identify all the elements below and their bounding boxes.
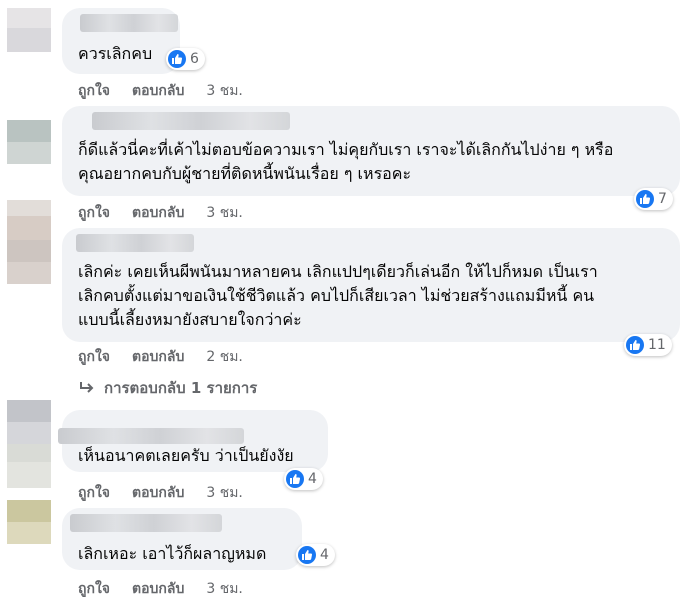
reply-button[interactable]: ตอบกลับ — [132, 581, 184, 597]
comment-bubble: เห็นอนาคตเลยครับ ว่าเป็นยังงัย — [58, 410, 328, 472]
comment-text: คุณอยากคบกับผู้ชายที่ติดหนี้พนันเรื่อย ๆ… — [78, 164, 412, 183]
like-button[interactable]: ถูกใจ — [78, 581, 110, 597]
avatar[interactable] — [7, 200, 51, 244]
comment-actions: ถูกใจ ตอบกลับ 3 ชม. — [78, 482, 265, 504]
like-button[interactable]: ถูกใจ — [78, 205, 110, 221]
like-button[interactable]: ถูกใจ — [78, 485, 110, 501]
thumbs-up-icon — [626, 336, 644, 354]
avatar[interactable] — [7, 8, 51, 52]
reaction-count[interactable]: 6 — [166, 48, 205, 70]
author-name[interactable] — [70, 514, 222, 532]
reply-arrow-icon — [80, 382, 94, 393]
comment-actions: ถูกใจ ตอบกลับ 3 ชม. — [78, 80, 265, 102]
thumbs-up-icon — [298, 546, 316, 564]
comment-text: เลิกคบตั้งแต่มาขอเงินใช้ชีวิตแล้ว คบไปก็… — [78, 286, 595, 305]
reply-button[interactable]: ตอบกลับ — [132, 205, 184, 221]
avatar[interactable] — [7, 240, 51, 284]
thumbs-up-icon — [636, 190, 654, 208]
author-name[interactable] — [80, 14, 178, 32]
comment-bubble: ควรเลิกคบ — [62, 8, 180, 74]
comment-text: เลิกเหอะ เอาไว้ก็ผลาญหมด — [78, 544, 267, 563]
reply-button[interactable]: ตอบกลับ — [132, 485, 184, 501]
like-button[interactable]: ถูกใจ — [78, 349, 110, 365]
author-name[interactable] — [92, 112, 290, 130]
reply-button[interactable]: ตอบกลับ — [132, 349, 184, 365]
like-count: 11 — [648, 337, 666, 353]
comment-bubble: ก็ดีแล้วนี่คะที่เค้าไม่ตอบข้อความเรา ไม่… — [62, 106, 680, 196]
comment-text: เห็นอนาคตเลยครับ ว่าเป็นยังงัย — [78, 446, 294, 465]
timestamp[interactable]: 3 ชม. — [206, 485, 243, 501]
like-count: 4 — [308, 471, 317, 487]
avatar[interactable] — [7, 400, 51, 444]
timestamp[interactable]: 2 ชม. — [206, 349, 243, 365]
comment-text: แบบนี้เลี้ยงหมายังสบายใจกว่าค่ะ — [78, 310, 302, 329]
reply-button[interactable]: ตอบกลับ — [132, 83, 184, 99]
comment-text: เลิกค่ะ เคยเห็นผีพนันมาหลายคน เลิกแปปๆเด… — [78, 262, 598, 281]
view-replies-label: การตอบกลับ 1 รายการ — [104, 379, 258, 397]
like-count: 6 — [190, 51, 199, 67]
comment-text: ก็ดีแล้วนี่คะที่เค้าไม่ตอบข้อความเรา ไม่… — [78, 140, 614, 159]
comment-actions: ถูกใจ ตอบกลับ 3 ชม. — [78, 578, 265, 600]
avatar[interactable] — [7, 500, 51, 544]
reaction-count[interactable]: 7 — [634, 188, 673, 210]
reaction-count[interactable]: 4 — [296, 544, 335, 566]
timestamp[interactable]: 3 ชม. — [206, 581, 243, 597]
comment-actions: ถูกใจ ตอบกลับ 2 ชม. — [78, 346, 265, 368]
avatar[interactable] — [7, 444, 51, 488]
like-count: 7 — [658, 191, 667, 207]
reaction-count[interactable]: 11 — [624, 334, 672, 356]
comment-bubble: เลิกค่ะ เคยเห็นผีพนันมาหลายคน เลิกแปปๆเด… — [62, 228, 680, 342]
view-replies-link[interactable]: การตอบกลับ 1 รายการ — [78, 376, 257, 400]
author-name[interactable] — [58, 428, 244, 444]
like-button[interactable]: ถูกใจ — [78, 83, 110, 99]
like-count: 4 — [320, 547, 329, 563]
timestamp[interactable]: 3 ชม. — [206, 205, 243, 221]
thumbs-up-icon — [168, 50, 186, 68]
thumbs-up-icon — [286, 470, 304, 488]
reaction-count[interactable]: 4 — [284, 468, 323, 490]
comment-bubble: เลิกเหอะ เอาไว้ก็ผลาญหมด — [62, 508, 302, 570]
avatar[interactable] — [7, 120, 51, 164]
author-name[interactable] — [76, 234, 194, 252]
comment-text: ควรเลิกคบ — [78, 44, 153, 63]
timestamp[interactable]: 3 ชม. — [206, 83, 243, 99]
comment-actions: ถูกใจ ตอบกลับ 3 ชม. — [78, 202, 265, 224]
